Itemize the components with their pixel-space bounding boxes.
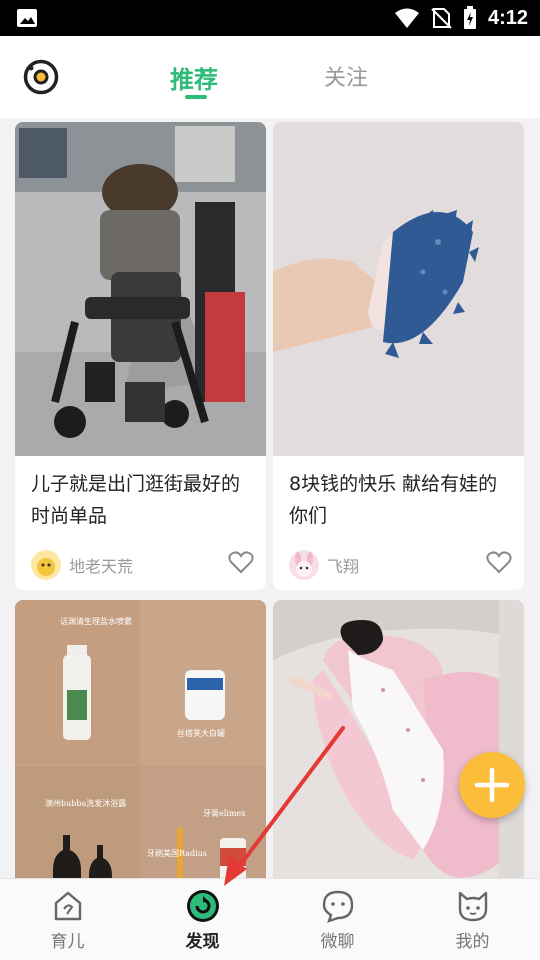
- card-image: [273, 600, 524, 878]
- plus-icon: [474, 767, 510, 803]
- author-name: 地老天荒: [69, 557, 134, 576]
- nav-item-parenting[interactable]: 育儿: [0, 879, 135, 960]
- chat-icon: [322, 890, 353, 923]
- image-caption: 丝塔芙大白罐: [177, 728, 225, 738]
- image-caption: 牙膏elimex: [203, 808, 246, 818]
- battery-charging-icon: [463, 6, 476, 29]
- tab-recommend[interactable]: 推荐: [170, 60, 218, 95]
- card-image: [273, 122, 524, 456]
- feed-card[interactable]: 儿子就是出门逛街最好的时尚单品 地老天荒: [15, 122, 266, 590]
- clock: 4:12: [487, 6, 528, 29]
- avatar: [31, 550, 61, 580]
- card-title: 8块钱的快乐 献给有娃的你们: [289, 473, 498, 527]
- nav-label: 我的: [455, 932, 490, 952]
- gallery-notification-icon: [17, 9, 37, 27]
- nav-label: 微聊: [320, 932, 355, 952]
- avatar: [289, 550, 319, 580]
- heart-icon[interactable]: [486, 550, 512, 574]
- image-caption: 澳州bubba洗发沐浴露: [45, 798, 126, 808]
- top-header: 推荐 关注: [0, 36, 540, 118]
- discover-icon: [186, 890, 219, 922]
- status-bar: 4:12: [0, 0, 540, 36]
- tab-follow[interactable]: 关注: [324, 60, 368, 92]
- feed-card[interactable]: [273, 600, 524, 878]
- nav-item-chat[interactable]: 微聊: [270, 879, 405, 960]
- card-author[interactable]: 飞翔: [289, 550, 359, 580]
- image-caption: 牙刷美国Radius: [147, 848, 207, 858]
- add-post-button[interactable]: [459, 752, 525, 818]
- wifi-icon: [394, 8, 419, 28]
- tab-active-indicator: [185, 95, 207, 99]
- nav-label: 发现: [185, 932, 220, 952]
- nav-label: 育儿: [50, 932, 85, 952]
- author-name: 飞翔: [327, 557, 360, 576]
- heart-icon[interactable]: [228, 550, 254, 574]
- card-image: 话渊清生理盐水喷雾 丝塔芙大白罐 澳州bubba洗发沐浴露 牙膏elimex 牙…: [15, 600, 266, 878]
- profile-icon: [458, 891, 487, 922]
- feed-card[interactable]: 8块钱的快乐 献给有娃的你们 飞翔: [273, 122, 524, 590]
- bottom-nav: 育儿 发现 微聊 我的: [0, 878, 540, 960]
- card-image: [15, 122, 266, 456]
- no-sim-icon: [431, 8, 452, 29]
- nav-item-profile[interactable]: 我的: [405, 879, 540, 960]
- card-title: 儿子就是出门逛街最好的时尚单品: [31, 473, 241, 527]
- nav-item-discover[interactable]: 发现: [135, 879, 270, 960]
- card-author[interactable]: 地老天荒: [31, 550, 133, 580]
- camera-scan-icon[interactable]: [22, 58, 60, 96]
- image-caption: 话渊清生理盐水喷雾: [60, 616, 132, 626]
- feed-card[interactable]: 话渊清生理盐水喷雾 丝塔芙大白罐 澳州bubba洗发沐浴露 牙膏elimex 牙…: [15, 600, 266, 878]
- home-icon: [54, 891, 81, 921]
